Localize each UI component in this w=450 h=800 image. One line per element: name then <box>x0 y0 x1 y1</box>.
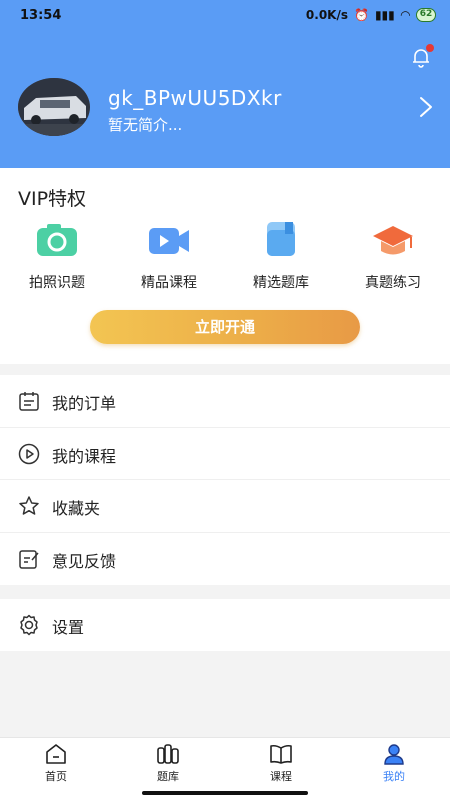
tab-mine[interactable]: 我的 <box>338 742 450 784</box>
profile-header: gk_BPwUU5DXkr 暂无简介... <box>0 32 450 168</box>
books-icon <box>156 742 180 766</box>
vip-item-label: 精品课程 <box>141 275 197 291</box>
tab-home[interactable]: 首页 <box>0 742 112 784</box>
question-bank-icon <box>259 220 303 260</box>
tab-label: 课程 <box>270 770 292 783</box>
menu-item-label: 收藏夹 <box>52 499 101 518</box>
status-indicators: 0.0K/s ⏰ ▮▮▮ ◠ 62 <box>306 8 436 22</box>
menu-item-my-courses[interactable]: 我的课程 <box>0 428 450 480</box>
notification-dot <box>426 44 434 52</box>
avatar[interactable] <box>18 78 90 136</box>
vip-item-question-bank[interactable]: 精选题库 <box>231 220 331 292</box>
settings-label: 设置 <box>52 618 85 637</box>
camera-icon <box>35 220 79 260</box>
status-time: 13:54 <box>20 8 62 23</box>
notification-bell-icon[interactable] <box>410 44 434 68</box>
menu-item-my-orders[interactable]: 我的订单 <box>0 375 450 428</box>
network-speed: 0.0K/s <box>305 8 348 22</box>
chevron-right-icon[interactable] <box>418 96 434 118</box>
play-circle-icon <box>18 443 40 465</box>
menu-item-feedback[interactable]: 意见反馈 <box>0 533 450 586</box>
home-icon <box>44 742 68 766</box>
vip-section: VIP特权 拍照识题 精品课程 精选题库 真题练习 立即开通 <box>0 168 450 364</box>
tab-label: 首页 <box>45 770 67 783</box>
menu-item-settings[interactable]: 设置 <box>0 599 450 651</box>
user-bio: 暂无简介... <box>108 116 183 134</box>
tab-label: 我的 <box>383 770 405 783</box>
menu-list: 我的订单 我的课程 收藏夹 意见反馈 <box>0 375 450 585</box>
vip-title: VIP特权 <box>18 188 87 210</box>
vip-item-label: 真题练习 <box>365 275 421 291</box>
vip-item-label: 精选题库 <box>253 275 309 291</box>
vip-item-label: 拍照识题 <box>29 275 85 291</box>
tab-label: 题库 <box>157 770 179 783</box>
tab-question-bank[interactable]: 题库 <box>112 742 224 784</box>
menu-item-favorites[interactable]: 收藏夹 <box>0 480 450 533</box>
person-icon <box>382 742 406 766</box>
vip-open-button[interactable]: 立即开通 <box>90 310 360 344</box>
star-icon <box>18 495 40 517</box>
video-icon <box>147 220 191 260</box>
order-icon <box>18 390 40 412</box>
vip-item-photo-recognition[interactable]: 拍照识题 <box>7 220 107 292</box>
menu-item-label: 我的订单 <box>52 394 117 413</box>
username[interactable]: gk_BPwUU5DXkr <box>108 86 282 110</box>
alarm-icon: ⏰ <box>354 8 369 22</box>
graduation-cap-icon <box>371 220 415 260</box>
gear-icon <box>18 614 40 636</box>
signal-icon: ▮▮▮ <box>374 8 395 22</box>
battery-icon: 62 <box>416 8 436 22</box>
wifi-icon: ◠ <box>400 8 410 22</box>
status-bar: 13:54 0.0K/s ⏰ ▮▮▮ ◠ 62 <box>0 0 450 32</box>
open-book-icon <box>269 742 293 766</box>
tab-courses[interactable]: 课程 <box>225 742 337 784</box>
home-indicator <box>142 791 308 795</box>
menu-item-label: 意见反馈 <box>52 551 117 571</box>
vip-item-past-exams[interactable]: 真题练习 <box>343 220 443 292</box>
vip-item-premium-courses[interactable]: 精品课程 <box>119 220 219 292</box>
feedback-icon <box>18 548 40 570</box>
menu-item-label: 我的课程 <box>52 446 117 466</box>
